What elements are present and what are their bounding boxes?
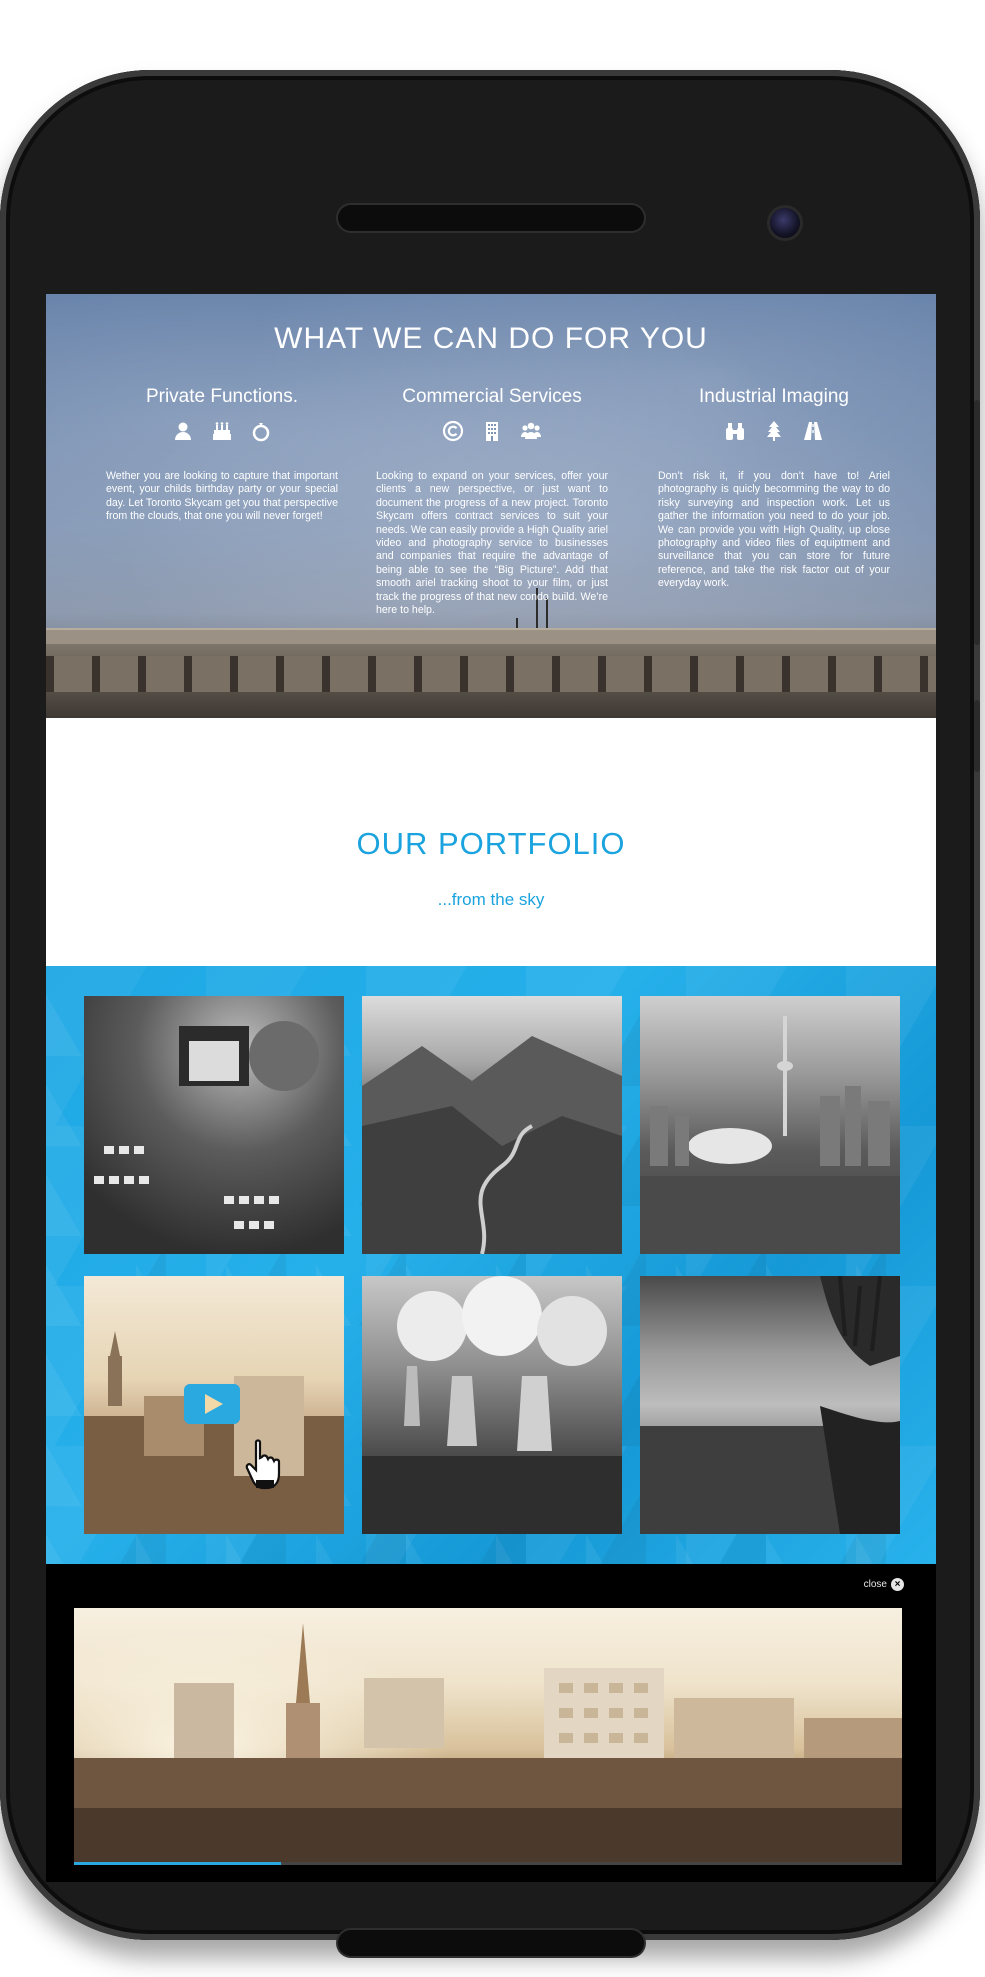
portfolio-tile-power-plant[interactable] [362,1276,622,1534]
service-description: Don’t risk it, if you don’t have to! Ari… [658,470,890,590]
copyright-icon [442,420,464,442]
portfolio-subtitle: ...from the sky [437,890,545,909]
section-title: WHAT WE CAN DO FOR YOU [274,322,708,355]
service-column-industrial: Industrial Imaging Don’t risk it, if you… [658,386,890,591]
user-icon [172,420,194,442]
portfolio-tile-video[interactable] [84,1276,344,1534]
close-button[interactable]: close × [864,1578,904,1591]
front-camera [770,208,800,238]
portfolio-title: OUR PORTFOLIO [356,826,626,861]
dam-background [46,628,936,718]
binoculars-icon [724,420,746,442]
portfolio-header: OUR PORTFOLIO ...from the sky [46,718,936,990]
phone-frame: WHAT WE CAN DO FOR YOU Private Functions… [0,70,980,1956]
portfolio-tile-toronto[interactable] [640,996,900,1254]
portfolio-tile-mountains[interactable] [362,996,622,1254]
volume-button [974,400,980,645]
mountain-valley-image [362,1036,622,1254]
road-icon [802,420,824,442]
screen: WHAT WE CAN DO FOR YOU Private Functions… [46,294,936,1882]
misty-lake-image [640,1276,900,1534]
power-button [974,700,980,772]
service-column-commercial: Commercial Services Looking to expand on… [376,386,608,617]
video-player[interactable] [74,1608,902,1862]
users-group-icon [520,420,542,442]
portfolio-tile-wedding[interactable] [84,996,344,1254]
service-column-private: Private Functions. Wether you are lookin… [106,386,338,524]
service-icons [106,420,338,444]
power-plant-image [362,1276,622,1534]
portfolio-tile-lake[interactable] [640,1276,900,1534]
service-heading: Industrial Imaging [699,386,849,407]
tree-icon [763,420,785,442]
city-video-frame [74,1623,902,1862]
office-building-icon [481,420,503,442]
video-progress-bar[interactable] [74,1862,902,1865]
bottom-speaker [338,1930,644,1956]
service-icons [376,420,608,444]
video-lightbox: close × [46,1564,936,1882]
services-section: WHAT WE CAN DO FOR YOU Private Functions… [46,294,936,718]
service-description: Wether you are looking to capture that i… [106,470,338,523]
birthday-cake-icon [211,420,233,442]
service-description: Looking to expand on your services, offe… [376,470,608,617]
service-heading: Private Functions. [145,386,299,407]
toronto-skyline-image [640,1016,900,1254]
close-icon[interactable]: × [891,1578,904,1591]
service-icons [658,420,890,444]
wedding-aerial-image [94,1021,319,1229]
earpiece-speaker [338,205,644,231]
play-video-button[interactable] [184,1384,240,1424]
service-heading: Commercial Services [402,386,582,407]
portfolio-gallery [46,966,936,1564]
video-progress-fill [74,1862,281,1865]
wedding-ring-icon [250,420,272,442]
close-label: close [863,1579,887,1590]
hand-pointer-icon [244,1438,284,1494]
